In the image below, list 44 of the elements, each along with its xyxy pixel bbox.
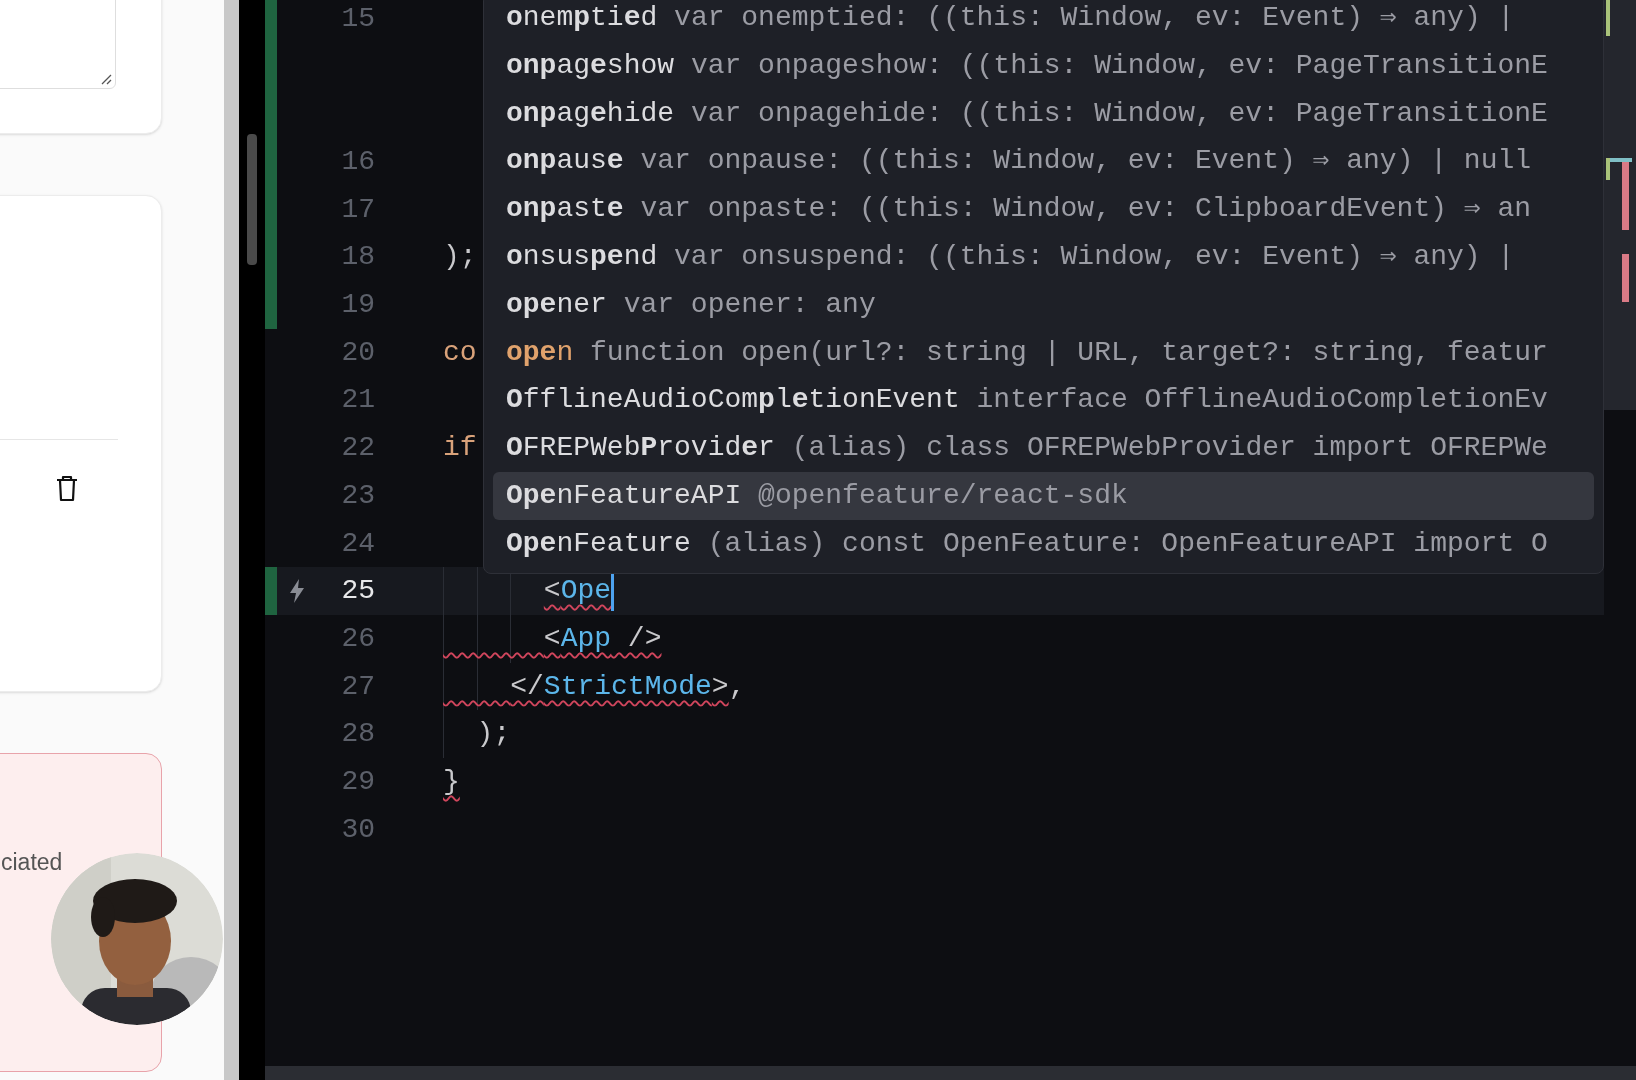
suggestion-item[interactable]: onpageshow var onpageshow: ((this: Window, ev: PageTransitionE [493,41,1594,90]
suggestion-item[interactable]: onpause var onpause: ((this: Window, ev: Event) ⇒ any) | null [493,137,1594,186]
code-line: ); [443,240,477,275]
line-number: 23 [341,479,375,511]
code-line: </StrictMode>, [509,669,746,704]
suggestion-item[interactable]: onpagehide var onpagehide: ((this: Window, ev: PageTransitionE [493,89,1594,138]
change-bar [265,567,277,615]
suggestion-item[interactable]: onpaste var onpaste: ((this: Window, ev: ClipboardEvent) ⇒ an [493,185,1594,233]
horizontal-scrollbar[interactable] [265,1066,1636,1080]
line-number: 18 [341,241,375,273]
suggestion-item[interactable]: onemptied var onemptied: ((this: Window, ev: Event) ⇒ any) | [493,0,1594,42]
line-number: 27 [341,670,375,702]
line-number: 17 [341,193,375,225]
line-number: 25 [341,575,375,607]
resize-handle-icon[interactable] [100,73,112,85]
alert-text: ciated [1,849,63,875]
line-number: 24 [341,527,375,559]
suggestion-item[interactable]: OpenFeatureAPI @openfeature/react-sdk [493,471,1594,520]
suggestion-item[interactable]: OFREPWebProvider (alias) class OFREPWebProvider import OFREPWe [493,424,1594,472]
code-line: <Ope [542,574,612,609]
code-line: } [443,764,460,799]
code-line: ); [475,717,511,752]
suggestion-item[interactable]: open function open(url?: string | URL, target?: string, featur [493,328,1594,377]
change-bar [265,281,277,329]
line-number: 16 [341,146,375,177]
code-line: <App /> [542,621,662,656]
line-number: 29 [341,765,375,797]
line-number: 28 [341,718,375,750]
line-number: 19 [341,289,375,321]
suggestion-item[interactable]: opener var opener: any [493,280,1594,329]
line-number: 15 [341,3,375,34]
trash-icon[interactable] [55,474,79,502]
code-line: co [443,335,477,370]
code-line: if [443,431,477,466]
line-number: 21 [341,384,375,416]
line-number: 20 [341,336,375,368]
lightning-icon[interactable] [289,579,305,604]
suggestion-item[interactable]: onsuspend var onsuspend: ((this: Window, ev: Event) ⇒ any) | [493,233,1594,281]
scrollbar-thumb[interactable] [247,134,257,265]
line-number: 30 [341,813,375,845]
line-number: 22 [341,432,375,464]
line-number: 26 [341,622,375,654]
suggestion-item[interactable]: OpenFeature (alias) const OpenFeature: OpenFeatureAPI import O [493,519,1594,568]
suggestion-item[interactable]: OfflineAudioCompletionEvent interface OfflineAudioCompletionEv [493,376,1594,425]
